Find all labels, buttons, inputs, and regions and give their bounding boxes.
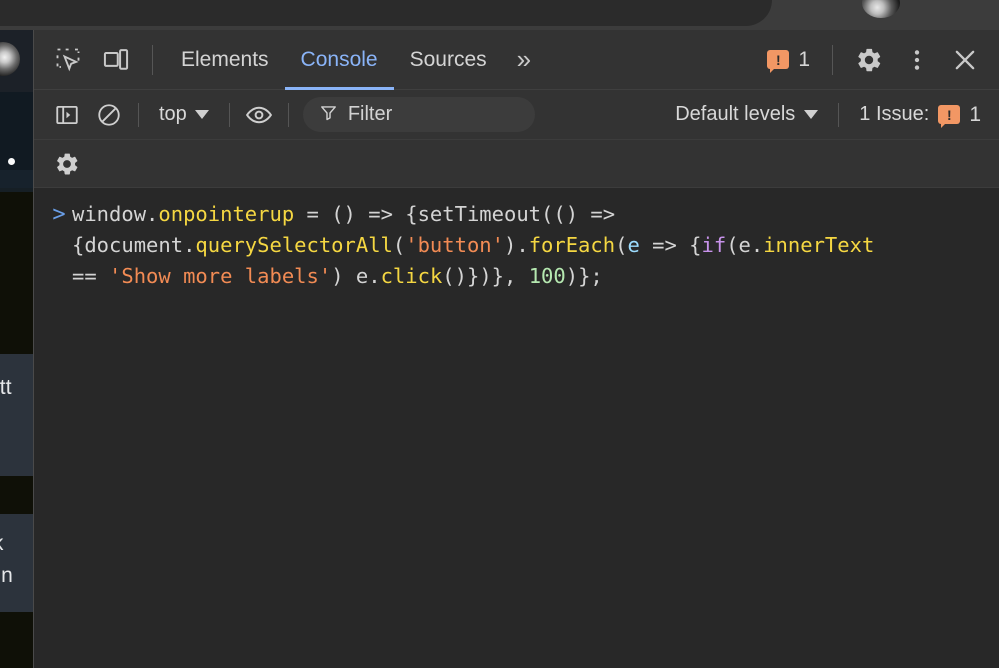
tabbar-divider-2 bbox=[832, 44, 833, 75]
page-card-2-line-1: r k bbox=[0, 532, 3, 556]
console-prompt-arrow-icon: > bbox=[52, 202, 66, 227]
page-top-avatar bbox=[862, 0, 900, 18]
tab-elements-label: Elements bbox=[181, 47, 269, 71]
chevron-down-icon-levels bbox=[804, 110, 819, 119]
page-bullet-dot-icon bbox=[8, 158, 15, 165]
issues-indicator[interactable]: 1 Issue: ! 1 bbox=[847, 102, 999, 128]
code-token-4: ( bbox=[392, 233, 406, 257]
chevron-down-icon bbox=[194, 110, 209, 119]
page-left-sliver: butt r k sin bbox=[0, 30, 33, 668]
tab-console-label: Console bbox=[300, 47, 378, 71]
code-token-10: => { bbox=[639, 233, 702, 257]
code-token-3: querySelectorAll bbox=[195, 233, 393, 257]
page-card-1: butt bbox=[0, 354, 33, 476]
execution-context-dropdown[interactable]: top bbox=[147, 103, 221, 126]
code-token-18: ()})}, bbox=[442, 264, 529, 288]
more-tabs-label: » bbox=[516, 44, 532, 74]
code-token-1: onpointerup bbox=[158, 202, 295, 226]
tabbar-divider-1 bbox=[152, 44, 153, 75]
toolbar-divider-4 bbox=[838, 102, 840, 127]
code-token-0: window. bbox=[72, 202, 159, 226]
devtools-panel: Elements Console Sources » ! 1 top Filte… bbox=[33, 30, 999, 668]
code-token-15: 'Show more labels' bbox=[109, 264, 332, 288]
device-toolbar-icon[interactable] bbox=[92, 36, 140, 84]
toolbar-divider-2 bbox=[228, 102, 230, 127]
filter-funnel-icon bbox=[319, 103, 338, 127]
code-token-20: )}; bbox=[565, 264, 603, 288]
page-hero-fade bbox=[0, 170, 33, 192]
kebab-menu-icon[interactable] bbox=[893, 36, 941, 84]
code-token-14: == bbox=[72, 264, 97, 288]
page-dark-gap-3 bbox=[0, 612, 33, 668]
page-top-bar bbox=[0, 0, 772, 26]
more-tabs-chevron-icon[interactable]: » bbox=[503, 30, 542, 90]
page-avatar-container bbox=[0, 30, 33, 92]
warning-indicator[interactable]: ! 1 bbox=[757, 47, 820, 73]
tab-elements-wrap: Elements bbox=[165, 30, 285, 90]
filter-placeholder: Filter bbox=[347, 103, 393, 125]
code-token-17: click bbox=[380, 264, 443, 288]
toolbar-divider-1 bbox=[138, 102, 139, 127]
page-card-1-text: butt bbox=[0, 376, 12, 399]
clear-console-icon[interactable] bbox=[88, 94, 130, 136]
code-token-8: ( bbox=[615, 233, 628, 257]
code-token-13: innerText bbox=[763, 233, 875, 257]
code-token-5: 'button' bbox=[405, 233, 504, 257]
warning-badge-icon: ! bbox=[767, 50, 790, 73]
issues-count: 1 bbox=[969, 102, 981, 126]
code-token-6: ). bbox=[504, 233, 529, 257]
issues-badge-icon: ! bbox=[938, 105, 961, 128]
tab-console-wrap: Console bbox=[285, 30, 394, 90]
inspect-element-icon[interactable] bbox=[44, 36, 92, 84]
live-expression-eye-icon[interactable] bbox=[238, 94, 280, 136]
code-token-19: 100 bbox=[528, 264, 566, 288]
code-token-16: ) e. bbox=[331, 264, 381, 288]
tab-console[interactable]: Console bbox=[285, 30, 394, 90]
tab-sources[interactable]: Sources bbox=[394, 30, 503, 90]
console-toolbar: top Filter Default levels 1 Issue: ! 1 bbox=[34, 90, 999, 140]
filter-input[interactable]: Filter bbox=[302, 97, 535, 132]
gear-icon[interactable] bbox=[845, 36, 893, 84]
log-levels-dropdown[interactable]: Default levels bbox=[663, 103, 830, 126]
devtools-tabbar: Elements Console Sources » ! 1 bbox=[34, 30, 999, 90]
gear-icon-console-settings[interactable] bbox=[46, 143, 88, 185]
page-avatar-icon bbox=[0, 42, 20, 76]
page-dark-gap-2 bbox=[0, 476, 33, 514]
log-levels-value: Default levels bbox=[675, 103, 796, 125]
tab-sources-wrap: Sources bbox=[394, 30, 503, 90]
page-card-2: r k sin bbox=[0, 514, 33, 612]
code-token-11: if bbox=[701, 233, 727, 257]
warning-count: 1 bbox=[798, 47, 810, 71]
tab-sources-label: Sources bbox=[409, 47, 487, 71]
close-icon[interactable] bbox=[941, 36, 989, 84]
console-output[interactable]: > window.onpointerup = () => {setTimeout… bbox=[34, 188, 999, 668]
console-input-entry[interactable]: > window.onpointerup = () => {setTimeout… bbox=[34, 197, 999, 294]
toolbar-divider-3 bbox=[287, 102, 289, 127]
execution-context-value: top bbox=[159, 103, 187, 125]
page-card-2-line-2: sin bbox=[0, 564, 13, 587]
code-token-7: forEach bbox=[528, 233, 616, 257]
warning-badge-symbol: ! bbox=[775, 51, 781, 68]
issues-label: 1 Issue: bbox=[859, 103, 930, 125]
console-settings-bar bbox=[34, 140, 999, 188]
page-dark-gap-1 bbox=[0, 192, 33, 354]
tab-elements[interactable]: Elements bbox=[165, 30, 285, 90]
console-sidebar-icon[interactable] bbox=[46, 94, 88, 136]
code-token-12: (e. bbox=[726, 233, 764, 257]
issues-badge-symbol: ! bbox=[946, 106, 952, 123]
console-code-text: window.onpointerup = () => {setTimeout((… bbox=[72, 199, 874, 292]
code-token-9: e bbox=[627, 233, 640, 257]
